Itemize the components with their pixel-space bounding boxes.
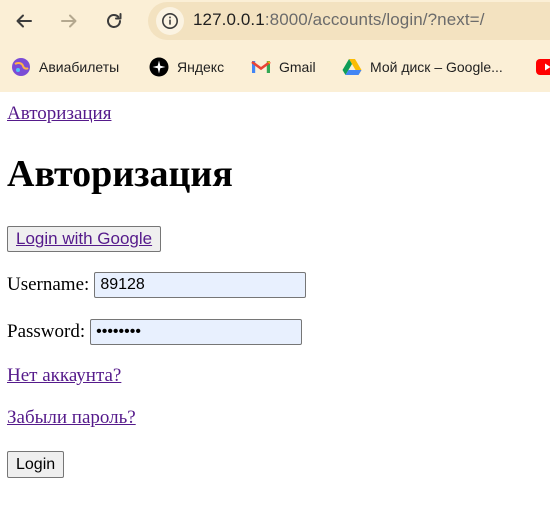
arrow-left-icon [16, 14, 32, 28]
username-input[interactable] [94, 272, 307, 298]
bookmark-label: Gmail [279, 59, 316, 75]
youtube-icon [536, 59, 550, 75]
bookmark-aviabilety[interactable]: Авиабилеты [11, 57, 119, 77]
arrow-right-icon [61, 14, 77, 28]
page-content: Авторизация Авторизация Login with Googl… [0, 92, 550, 512]
password-label: Password: [7, 321, 86, 342]
username-label: Username: [7, 274, 90, 295]
bookmark-youtube[interactable] [536, 57, 550, 77]
top-auth-link[interactable]: Авторизация [7, 103, 111, 125]
forward-button[interactable] [54, 6, 84, 36]
login-button[interactable]: Login [7, 451, 65, 478]
forgot-password-link[interactable]: Забыли пароль? [7, 407, 136, 429]
address-bar[interactable]: 127.0.0.1:8000/accounts/login/?next=/ [148, 2, 550, 40]
back-button[interactable] [9, 6, 39, 36]
gmail-icon [251, 60, 271, 73]
url-host: 127.0.0.1 [193, 10, 265, 29]
site-info-icon[interactable] [156, 7, 184, 35]
password-input[interactable] [90, 319, 303, 345]
bookmark-gmail[interactable]: Gmail [251, 57, 316, 77]
bookmark-yandex[interactable]: Яндекс [149, 57, 224, 77]
no-account-link[interactable]: Нет аккаунта? [7, 365, 121, 387]
browser-toolbar: 127.0.0.1:8000/accounts/login/?next=/ [0, 0, 550, 42]
password-row: Password: [7, 319, 303, 345]
yandex-star-icon [149, 57, 169, 77]
username-row: Username: [7, 272, 307, 298]
bookmark-label: Мой диск – Google... [370, 59, 503, 75]
reload-button[interactable] [99, 6, 129, 36]
login-with-google-button[interactable]: Login with Google [7, 226, 162, 252]
bookmark-label: Яндекс [177, 59, 225, 75]
planet-icon [12, 58, 30, 76]
page-title: Авторизация [7, 153, 233, 195]
reload-icon [107, 13, 122, 28]
url-text: 127.0.0.1:8000/accounts/login/?next=/ [193, 10, 485, 30]
google-drive-icon [342, 59, 362, 75]
url-path: :8000/accounts/login/?next=/ [264, 10, 485, 29]
bookmark-label: Авиабилеты [39, 59, 120, 75]
bookmark-google-drive[interactable]: Мой диск – Google... [342, 57, 503, 77]
bookmarks-bar: Авиабилеты Яндекс Gmail Мой диск – Googl… [0, 42, 550, 92]
